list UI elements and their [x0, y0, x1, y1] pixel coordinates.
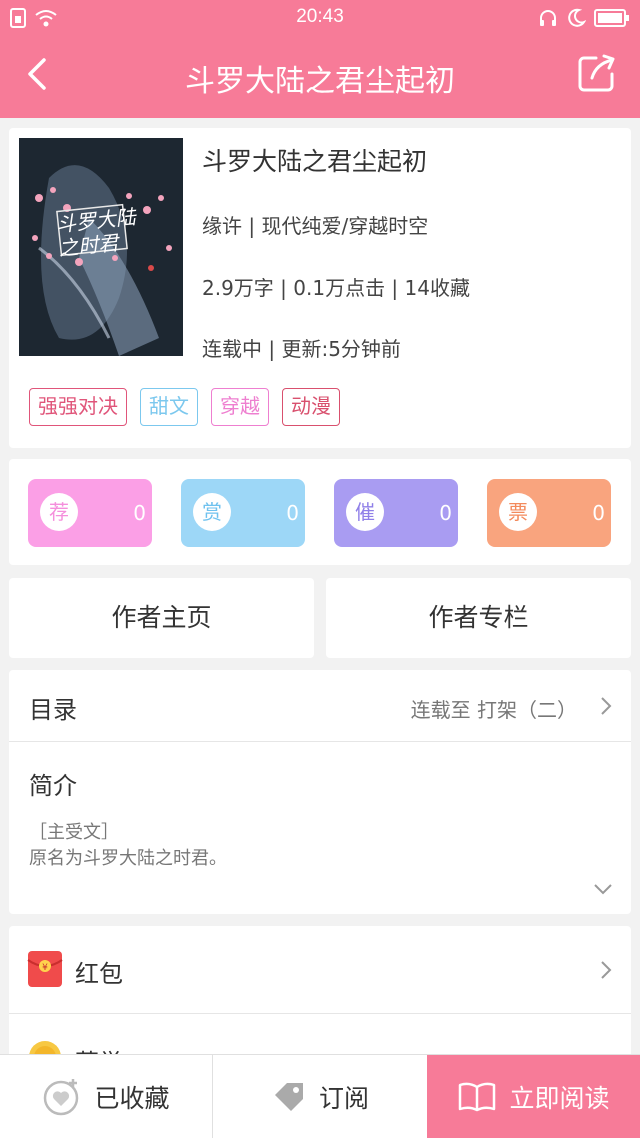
battery-icon	[594, 9, 629, 27]
cover-title: 斗罗大陆之时君	[54, 204, 137, 261]
toc-latest-chapter: 连载至 打架（二）	[410, 698, 577, 722]
red-packet-row[interactable]: ¥ 红包	[9, 926, 631, 1014]
share-icon[interactable]	[576, 52, 618, 94]
author-column-button[interactable]: 作者专栏	[326, 578, 631, 658]
status-right-icons	[538, 8, 630, 28]
favorited-heart-icon	[44, 1079, 79, 1116]
intro-label: 简介	[29, 772, 77, 800]
urge-count: 0	[439, 501, 452, 525]
recommend-ticket-button[interactable]: 荐 0	[28, 479, 152, 547]
urge-update-button[interactable]: 催 0	[334, 479, 458, 547]
tag-item[interactable]: 穿越	[211, 388, 269, 426]
tip-button[interactable]: 赏 0	[181, 479, 305, 547]
moon-icon	[568, 8, 586, 27]
vote-count: 0	[592, 501, 605, 525]
recommend-count: 0	[133, 501, 146, 525]
status-bar: 20:43	[0, 0, 640, 36]
tag-item[interactable]: 强强对决	[29, 388, 127, 426]
bonus-list-card: ¥ 红包 荣誉	[9, 926, 631, 1077]
subscribe-button[interactable]: 订阅	[213, 1055, 427, 1138]
intro-line-2: 原名为斗罗大陆之时君。	[29, 848, 227, 869]
favorite-label: 已收藏	[94, 1084, 170, 1113]
read-now-button[interactable]: 立即阅读	[427, 1055, 640, 1138]
red-packet-icon: ¥	[27, 951, 63, 987]
intro-line-1: ［主受文］	[29, 822, 119, 843]
tag-item[interactable]: 甜文	[140, 388, 198, 426]
svg-text:¥: ¥	[42, 963, 48, 973]
read-now-label: 立即阅读	[509, 1084, 610, 1113]
tag-item[interactable]: 动漫	[282, 388, 340, 426]
toc-row[interactable]: 目录 连载至 打架（二）	[9, 670, 631, 742]
book-cover[interactable]: 斗罗大陆之时君	[19, 138, 183, 356]
urge-icon: 催	[346, 493, 384, 531]
page-title: 斗罗大陆之君尘起初	[185, 64, 455, 99]
headphones-icon	[540, 10, 556, 26]
expand-chevron-icon[interactable]	[593, 882, 613, 896]
toc-label: 目录	[29, 696, 77, 724]
recommend-icon: 荐	[40, 493, 78, 531]
bottom-action-bar: 已收藏 订阅 立即阅读	[0, 1054, 640, 1138]
favorite-button[interactable]: 已收藏	[0, 1055, 212, 1138]
open-book-icon	[459, 1082, 496, 1112]
author-home-button[interactable]: 作者主页	[9, 578, 314, 658]
red-packet-label: 红包	[75, 960, 123, 988]
subscribe-label: 订阅	[318, 1084, 369, 1113]
vote-ticket-button[interactable]: 票 0	[487, 479, 611, 547]
book-author-genre[interactable]: 缘许 | 现代纯爱/穿越时空	[202, 210, 428, 239]
reward-buttons-card: 荐 0 赏 0 催 0 票 0	[9, 459, 631, 565]
tip-count: 0	[286, 501, 299, 525]
chevron-right-icon	[601, 961, 612, 979]
book-info-card: 斗罗大陆之时君 斗罗大陆之君尘起初 缘许 | 现代纯爱/穿越时空 2.9万字 |…	[9, 128, 631, 448]
tag-list: 强强对决 甜文 穿越 动漫	[29, 388, 340, 426]
vote-icon: 票	[499, 493, 537, 531]
book-title: 斗罗大陆之君尘起初	[202, 147, 428, 176]
book-stats: 2.9万字 | 0.1万点击 | 14收藏	[202, 276, 470, 300]
tip-icon: 赏	[193, 493, 231, 531]
book-update-status: 连载中 | 更新:5分钟前	[202, 337, 401, 361]
chevron-right-icon	[601, 697, 612, 715]
header: 斗罗大陆之君尘起初	[0, 36, 640, 118]
tag-icon	[274, 1083, 303, 1111]
toc-intro-card: 目录 连载至 打架（二） 简介 ［主受文］ 原名为斗罗大陆之时君。	[9, 670, 631, 914]
